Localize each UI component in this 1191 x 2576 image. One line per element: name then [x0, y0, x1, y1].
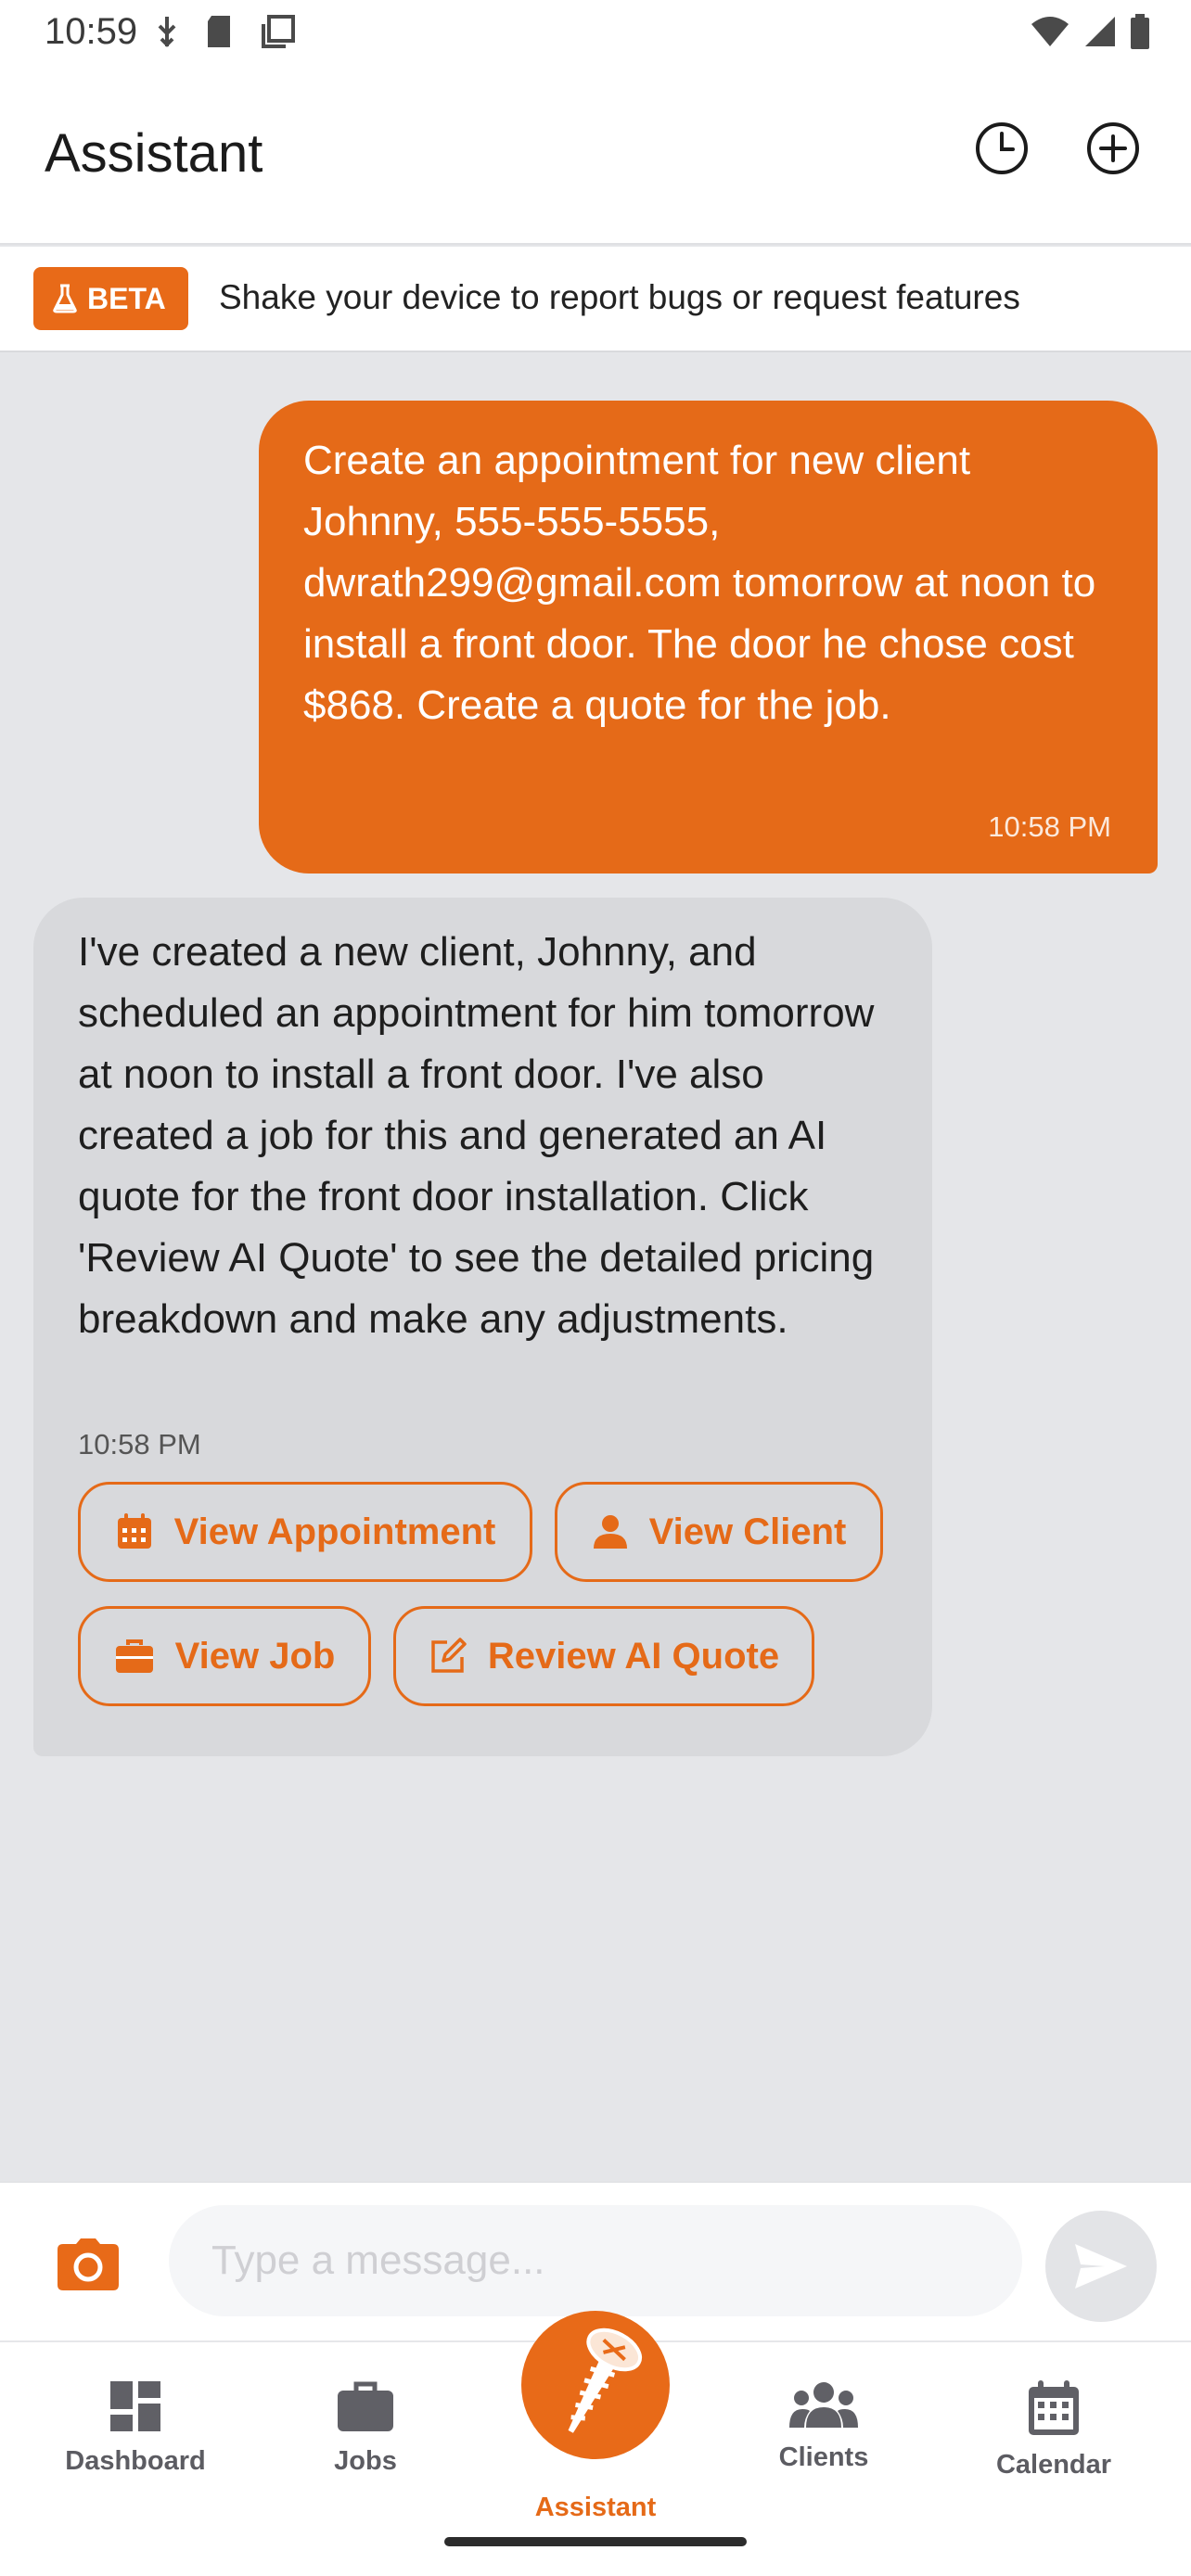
nav-calendar[interactable]: Calendar [952, 2379, 1156, 2519]
assistant-message-text: I've created a new client, Johnny, and s… [78, 929, 875, 1342]
message-input[interactable] [169, 2205, 1022, 2316]
nav-jobs-label: Jobs [334, 2446, 397, 2476]
nav-calendar-label: Calendar [995, 2450, 1112, 2480]
history-clock-icon [976, 122, 1028, 174]
chat-area[interactable]: Create an appointment for new client Joh… [0, 354, 1191, 2181]
app-header: Assistant [0, 67, 1191, 245]
group-icon [789, 2382, 858, 2428]
nav-jobs[interactable]: Jobs [263, 2379, 467, 2519]
user-message-time: 10:58 PM [988, 810, 1111, 843]
copy-icon [260, 13, 297, 55]
nav-clients-label: Clients [778, 2442, 869, 2472]
wifi-icon [1030, 15, 1070, 53]
calendar-icon [1029, 2380, 1079, 2435]
history-button[interactable] [972, 119, 1031, 178]
person-icon [593, 1515, 627, 1549]
assistant-message-bubble: I've created a new client, Johnny, and s… [33, 898, 932, 1756]
battery-icon [1130, 13, 1150, 54]
dashboard-icon [110, 2381, 160, 2431]
signal-icon [1083, 15, 1117, 53]
status-time: 10:59 [45, 11, 138, 52]
beta-message: Shake your device to report bugs or requ… [219, 278, 1020, 316]
nav-clients[interactable]: Clients [722, 2379, 926, 2519]
briefcase-icon [115, 1639, 153, 1673]
beta-banner[interactable]: BETA Shake your device to report bugs or… [0, 247, 1191, 352]
beta-label: BETA [87, 281, 166, 315]
beta-badge: BETA [33, 267, 188, 330]
view-job-button[interactable]: View Job [78, 1606, 371, 1706]
view-appointment-label: View Appointment [173, 1511, 496, 1552]
send-button[interactable] [1045, 2211, 1157, 2322]
page-title: Assistant [45, 123, 263, 184]
nav-assistant[interactable] [521, 2311, 670, 2459]
sd-card-icon [204, 14, 234, 54]
view-job-label: View Job [174, 1635, 336, 1677]
view-client-label: View Client [648, 1511, 847, 1552]
camera-button[interactable] [56, 2238, 121, 2290]
camera-icon [58, 2238, 119, 2290]
status-right-icons [1030, 13, 1150, 54]
status-left-icons [156, 13, 297, 54]
screw-icon [568, 2327, 642, 2433]
send-icon [1075, 2244, 1127, 2289]
nav-dashboard-label: Dashboard [65, 2446, 206, 2476]
view-client-button[interactable]: View Client [555, 1482, 883, 1582]
view-appointment-button[interactable]: View Appointment [78, 1482, 532, 1582]
assistant-message-time: 10:58 PM [78, 1428, 201, 1460]
plus-circle-icon [1087, 122, 1139, 174]
briefcase-icon [338, 2381, 393, 2431]
new-chat-button[interactable] [1083, 119, 1143, 178]
usb-icon [156, 15, 178, 53]
home-indicator[interactable] [444, 2537, 747, 2546]
user-message-text: Create an appointment for new client Joh… [303, 438, 1096, 728]
review-ai-quote-button[interactable]: Review AI Quote [393, 1606, 814, 1706]
nav-dashboard[interactable]: Dashboard [33, 2379, 237, 2519]
edit-square-icon [431, 1638, 467, 1673]
user-message-bubble: Create an appointment for new client Joh… [259, 401, 1158, 874]
flask-icon [53, 284, 77, 313]
status-bar: 10:59 [0, 0, 1191, 67]
review-ai-quote-label: Review AI Quote [487, 1635, 780, 1677]
calendar-icon [117, 1513, 151, 1549]
nav-assistant-label: Assistant [534, 2493, 657, 2522]
